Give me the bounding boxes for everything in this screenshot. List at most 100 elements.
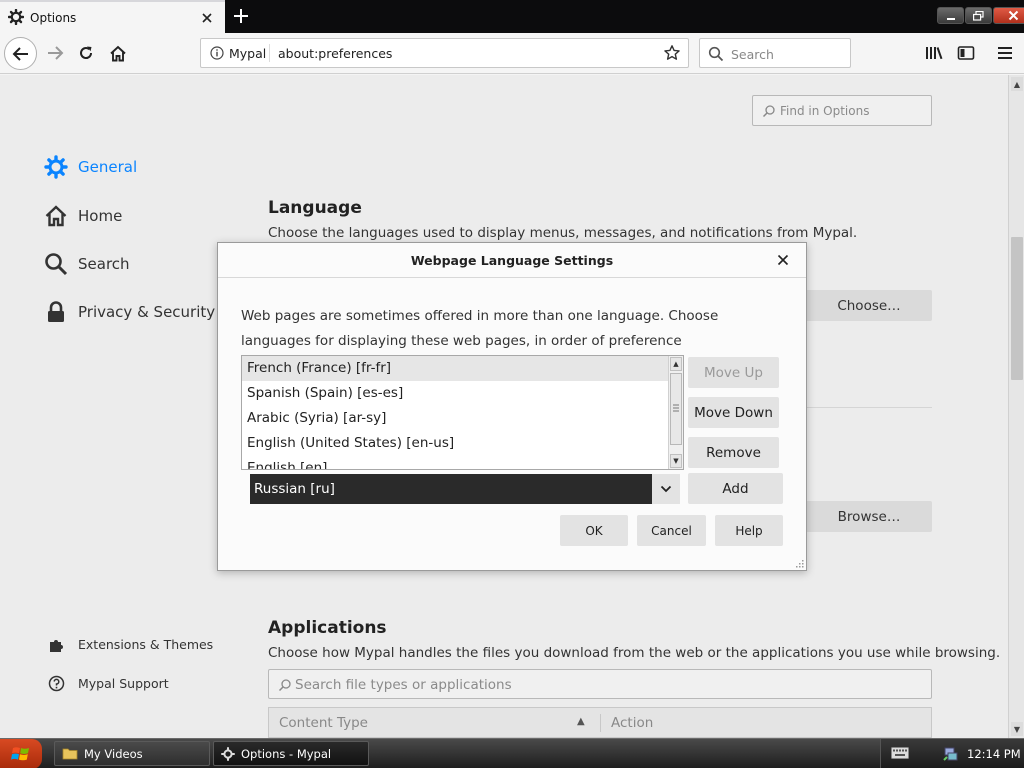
- clock: 12:14 PM: [967, 747, 1021, 761]
- scroll-thumb[interactable]: [670, 373, 682, 445]
- new-tab-button[interactable]: [228, 4, 254, 28]
- system-tray: 12:14 PM: [880, 739, 1024, 768]
- search-bar[interactable]: Search: [699, 38, 851, 68]
- taskbar-item-label: Options - Mypal: [241, 746, 332, 761]
- identity-label[interactable]: Mypal: [229, 46, 266, 61]
- search-placeholder: Search: [731, 47, 774, 62]
- info-icon[interactable]: [210, 46, 224, 60]
- url-bar[interactable]: Mypal about:preferences: [200, 38, 689, 68]
- category-privacy[interactable]: Privacy & Security: [44, 300, 215, 324]
- close-icon[interactable]: [776, 253, 790, 267]
- tab-strip: Options: [0, 0, 1024, 33]
- action-column[interactable]: Action: [611, 715, 653, 731]
- applications-heading: Applications: [268, 618, 387, 638]
- forward-button[interactable]: [40, 39, 70, 67]
- sort-up-icon: ▲: [577, 716, 585, 727]
- chevron-down-icon[interactable]: [652, 474, 680, 504]
- find-in-options-input[interactable]: Find in Options: [752, 95, 932, 126]
- list-item[interactable]: Spanish (Spain) [es-es]: [242, 381, 668, 406]
- minimize-button[interactable]: [937, 7, 964, 24]
- star-icon[interactable]: [663, 44, 681, 62]
- restore-button[interactable]: [965, 7, 992, 24]
- sidebar-button[interactable]: [952, 39, 980, 67]
- dialog-description: Web pages are sometimes offered in more …: [241, 308, 719, 349]
- scroll-thumb[interactable]: [1011, 237, 1023, 380]
- applications-table-header: Content Type ▲ Action: [268, 707, 932, 738]
- language-heading: Language: [268, 198, 362, 218]
- windows-logo-icon: [11, 745, 31, 763]
- category-search[interactable]: Search: [44, 252, 130, 276]
- window-controls: [937, 7, 1024, 24]
- search-icon: [708, 46, 724, 62]
- taskbar: My Videos Options - Mypal 12:14 PM: [0, 738, 1024, 768]
- webpage-language-dialog: Webpage Language Settings Web pages are …: [217, 242, 807, 571]
- scroll-up-arrow[interactable]: ▲: [670, 357, 682, 371]
- browse-button[interactable]: Browse…: [806, 501, 932, 532]
- extensions-themes-link[interactable]: Extensions & Themes: [48, 636, 213, 653]
- taskbar-item-my-videos[interactable]: My Videos: [54, 741, 210, 766]
- list-item[interactable]: Arabic (Syria) [ar-sy]: [242, 406, 668, 431]
- close-icon[interactable]: [199, 10, 215, 26]
- add-button[interactable]: Add: [688, 473, 783, 504]
- footer-label: Extensions & Themes: [78, 637, 214, 652]
- add-language-select[interactable]: Russian [ru]: [250, 474, 652, 504]
- content-type-column[interactable]: Content Type: [279, 715, 368, 731]
- remove-button[interactable]: Remove: [688, 437, 779, 468]
- ok-button[interactable]: OK: [560, 515, 628, 546]
- scroll-down-arrow[interactable]: ▼: [670, 454, 682, 468]
- taskbar-item-label: My Videos: [84, 746, 143, 761]
- url-text[interactable]: about:preferences: [278, 46, 392, 61]
- move-down-button[interactable]: Move Down: [688, 397, 779, 428]
- list-item[interactable]: French (France) [fr-fr]: [242, 356, 668, 381]
- menu-button[interactable]: [991, 39, 1019, 67]
- dialog-title: Webpage Language Settings: [218, 243, 806, 278]
- lock-icon: [44, 300, 68, 324]
- page-scrollbar[interactable]: ▲ ▼: [1008, 75, 1024, 738]
- tab-title: Options: [30, 11, 77, 25]
- search-icon: [762, 104, 776, 118]
- category-general[interactable]: General: [44, 155, 137, 179]
- language-description: Choose the languages used to display men…: [268, 225, 858, 241]
- folder-icon: [62, 747, 78, 760]
- footer-label: Mypal Support: [78, 676, 169, 691]
- move-up-button[interactable]: Move Up: [688, 357, 779, 388]
- support-link[interactable]: Mypal Support: [48, 675, 169, 692]
- keyboard-icon[interactable]: [891, 747, 909, 759]
- home-button[interactable]: [103, 39, 133, 67]
- start-button[interactable]: [0, 739, 42, 768]
- network-icon[interactable]: [943, 746, 959, 762]
- back-button[interactable]: [4, 37, 37, 70]
- resize-grip-icon[interactable]: [794, 558, 804, 568]
- puzzle-icon: [48, 636, 65, 653]
- scroll-down-arrow[interactable]: ▼: [1011, 722, 1023, 736]
- applications-search-input[interactable]: Search file types or applications: [268, 669, 932, 699]
- reload-button[interactable]: [71, 39, 101, 67]
- window-close-button[interactable]: [993, 7, 1024, 24]
- choose-language-button[interactable]: Choose…: [806, 290, 932, 321]
- search-icon: [278, 678, 292, 692]
- find-placeholder: Find in Options: [780, 104, 870, 118]
- language-list[interactable]: French (France) [fr-fr] Spanish (Spain) …: [241, 355, 684, 470]
- category-label: Home: [78, 207, 123, 225]
- help-icon: [48, 675, 65, 692]
- help-button[interactable]: Help: [715, 515, 783, 546]
- category-label: General: [78, 158, 138, 176]
- category-home[interactable]: Home: [44, 204, 122, 228]
- list-scrollbar[interactable]: ▲ ▼: [668, 356, 683, 469]
- tab-options[interactable]: Options: [0, 0, 225, 33]
- gear-icon: [44, 155, 68, 179]
- nav-toolbar: Mypal about:preferences Search: [0, 33, 1024, 74]
- column-divider: [600, 714, 601, 732]
- applications-description: Choose how Mypal handles the files you d…: [268, 645, 1001, 661]
- gear-icon: [8, 9, 24, 25]
- applications-search-placeholder: Search file types or applications: [295, 677, 512, 693]
- library-button[interactable]: [920, 39, 948, 67]
- scroll-up-arrow[interactable]: ▲: [1011, 77, 1023, 91]
- list-item[interactable]: English (United States) [en-us]: [242, 431, 668, 456]
- category-label: Privacy & Security: [78, 303, 216, 321]
- list-item[interactable]: English [en]: [242, 456, 668, 469]
- cancel-button[interactable]: Cancel: [637, 515, 706, 546]
- search-icon: [44, 252, 68, 276]
- taskbar-item-options-mypal[interactable]: Options - Mypal: [213, 741, 369, 766]
- category-label: Search: [78, 255, 130, 273]
